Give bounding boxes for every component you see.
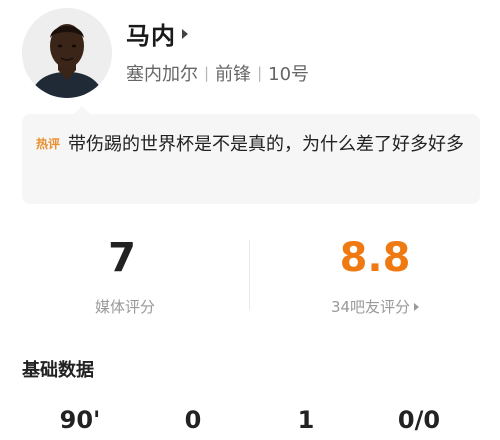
player-name[interactable]: 马内 bbox=[126, 16, 176, 51]
hot-comment-tag: 热评 bbox=[36, 137, 61, 151]
hot-comment: 热评 带伤踢的世界杯是不是真的，为什么差了好多好多 bbox=[36, 128, 468, 161]
stat-value: 1 bbox=[297, 406, 315, 434]
player-meta: 塞内加尔 | 前锋 | 10号 bbox=[126, 60, 309, 86]
rating-panel: 7 媒体评分 8.8 34吧友评分 bbox=[0, 230, 500, 330]
meta-separator: | bbox=[204, 64, 210, 82]
player-number: 10号 bbox=[268, 64, 310, 85]
hot-comment-card[interactable]: 热评 带伤踢的世界杯是不是真的，为什么差了好多好多 bbox=[22, 106, 480, 204]
media-rating: 7 媒体评分 bbox=[0, 230, 250, 317]
stat-value: 0/0 bbox=[397, 406, 441, 434]
stat-value: 90' bbox=[59, 406, 101, 434]
fan-rating[interactable]: 8.8 34吧友评分 bbox=[250, 230, 500, 317]
hot-comment-text: 带伤踢的世界杯是不是真的，为什么差了好多好多 bbox=[68, 134, 465, 155]
fan-score: 8.8 bbox=[339, 235, 411, 281]
media-score: 7 bbox=[108, 235, 136, 281]
player-header: 马内 塞内加尔 | 前锋 | 10号 bbox=[22, 8, 482, 100]
meta-separator: | bbox=[257, 64, 263, 82]
caret-right-icon bbox=[414, 302, 420, 311]
fan-score-label[interactable]: 34吧友评分 bbox=[250, 296, 500, 317]
player-country: 塞内加尔 bbox=[126, 64, 198, 85]
basic-stats-title: 基础数据 bbox=[22, 360, 94, 381]
card-notch bbox=[74, 106, 90, 114]
caret-right-icon bbox=[182, 28, 188, 39]
player-photo bbox=[22, 8, 112, 98]
basic-stats-row: 90' 0 1 0/0 bbox=[0, 406, 500, 440]
stat-value: 0 bbox=[184, 406, 202, 434]
media-label-text: 媒体评分 bbox=[94, 298, 155, 316]
player-avatar[interactable] bbox=[22, 8, 112, 98]
fan-label-text: 34吧友评分 bbox=[330, 298, 411, 316]
player-position: 前锋 bbox=[215, 64, 252, 85]
media-score-label: 媒体评分 bbox=[0, 296, 250, 317]
player-name-row[interactable]: 马内 bbox=[126, 16, 188, 51]
